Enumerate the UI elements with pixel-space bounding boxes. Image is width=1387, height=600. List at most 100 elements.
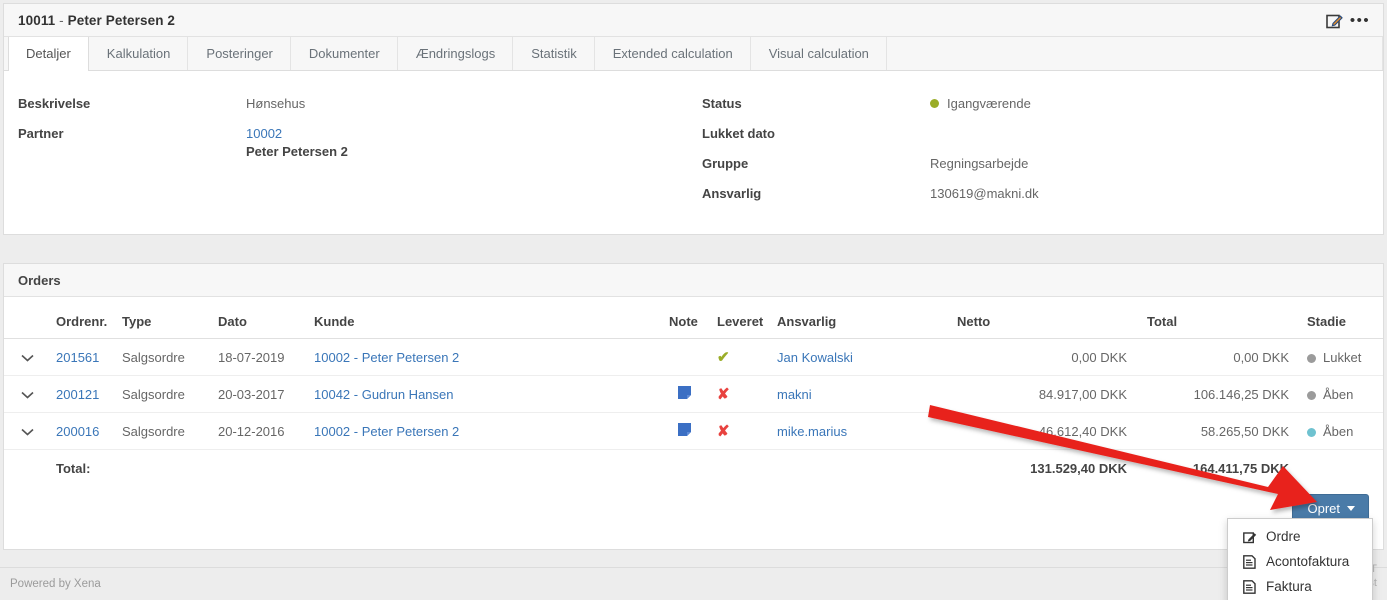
cell-ansvarlig[interactable]: Jan Kowalski	[771, 339, 951, 376]
kunde-link[interactable]: 10002 - Peter Petersen 2	[314, 350, 459, 365]
tab-dokumenter[interactable]: Dokumenter	[291, 37, 398, 70]
orders-action-bar: Opret	[4, 485, 1383, 549]
table-row[interactable]: 200121 Salgsordre 20-03-2017 10042 - Gud…	[4, 376, 1383, 413]
orders-card: Orders Ordrenr. Type Dato Kunde Note Lev…	[3, 263, 1384, 550]
col-note[interactable]: Note	[663, 311, 705, 339]
tab-kalkulation-label: Kalkulation	[107, 46, 171, 61]
cell-netto: 46.612,40 DKK	[951, 413, 1141, 450]
edit-pencil-icon[interactable]	[1321, 7, 1347, 33]
value-gruppe: Regningsarbejde	[930, 148, 1039, 178]
tab-kalkulation[interactable]: Kalkulation	[89, 37, 189, 70]
tab-aendringslogs[interactable]: Ændringslogs	[398, 37, 514, 70]
details-panel: Beskrivelse Partner Hønsehus 10002 Peter…	[4, 71, 1383, 234]
orders-table-head: Ordrenr. Type Dato Kunde Note Leveret An…	[4, 311, 1383, 339]
col-type[interactable]: Type	[116, 311, 212, 339]
app-root: 10011 - Peter Petersen 2 ••• Detaljer Ka…	[0, 0, 1387, 600]
col-kunde[interactable]: Kunde	[308, 311, 663, 339]
stadie-dot-icon	[1307, 391, 1316, 400]
ansvarlig-link[interactable]: Jan Kowalski	[777, 350, 853, 365]
value-lukket-dato	[930, 118, 1039, 148]
cell-ordrenr[interactable]: 200016	[50, 413, 116, 450]
tab-visual-calculation-label: Visual calculation	[769, 46, 869, 61]
record-card: 10011 - Peter Petersen 2 ••• Detaljer Ka…	[3, 3, 1384, 235]
stadie-text: Åben	[1323, 424, 1353, 439]
status-text: Igangværende	[947, 96, 1031, 111]
details-right-values: Igangværende Regningsarbejde 130619@makn…	[930, 88, 1039, 208]
label-lukket-dato: Lukket dato	[702, 118, 930, 148]
cell-total: 58.265,50 DKK	[1141, 413, 1301, 450]
ellipsis-icon[interactable]: •••	[1347, 7, 1373, 33]
opret-dropdown-menu: Ordre Acontofaktura	[1227, 518, 1373, 600]
dropdown-item-faktura[interactable]: Faktura	[1228, 574, 1372, 599]
orders-header-row: Ordrenr. Type Dato Kunde Note Leveret An…	[4, 311, 1383, 339]
ellipsis-glyph: •••	[1350, 13, 1370, 28]
table-row[interactable]: 200016 Salgsordre 20-12-2016 10002 - Pet…	[4, 413, 1383, 450]
ordrenr-link[interactable]: 200016	[56, 424, 99, 439]
status-dot-icon	[930, 99, 939, 108]
orders-table: Ordrenr. Type Dato Kunde Note Leveret An…	[4, 311, 1383, 485]
check-icon: ✔	[717, 349, 730, 366]
dropdown-item-faktura-label: Faktura	[1266, 579, 1312, 594]
ansvarlig-link[interactable]: makni	[777, 387, 812, 402]
page-title: 10011 - Peter Petersen 2	[18, 13, 175, 28]
tab-statistik[interactable]: Statistik	[513, 37, 595, 70]
note-icon[interactable]	[678, 386, 691, 402]
orders-section-title: Orders	[4, 264, 1383, 297]
ordrenr-link[interactable]: 201561	[56, 350, 99, 365]
stadie-dot-icon	[1307, 354, 1316, 363]
cell-ansvarlig[interactable]: makni	[771, 376, 951, 413]
cell-note[interactable]	[663, 413, 705, 450]
col-ordrenr[interactable]: Ordrenr.	[50, 311, 116, 339]
cell-leveret: ✔	[705, 339, 771, 376]
col-leveret[interactable]: Leveret	[705, 311, 771, 339]
cell-ansvarlig[interactable]: mike.marius	[771, 413, 951, 450]
stadie-text: Lukket	[1323, 350, 1361, 365]
cell-type: Salgsordre	[116, 413, 212, 450]
dropdown-item-ordre[interactable]: Ordre	[1228, 524, 1372, 549]
details-right-labels: Status Lukket dato Gruppe Ansvarlig	[702, 88, 930, 208]
cell-note[interactable]	[663, 376, 705, 413]
kunde-link[interactable]: 10042 - Gudrun Hansen	[314, 387, 453, 402]
ordrenr-link[interactable]: 200121	[56, 387, 99, 402]
tab-aendringslogs-label: Ændringslogs	[416, 46, 496, 61]
cell-leveret: ✘	[705, 376, 771, 413]
expand-row-toggle[interactable]	[4, 413, 50, 450]
cell-kunde[interactable]: 10002 - Peter Petersen 2	[308, 413, 663, 450]
tab-posteringer[interactable]: Posteringer	[188, 37, 290, 70]
stadie-dot-icon	[1307, 428, 1316, 437]
powered-by-label: Powered by Xena	[0, 578, 101, 590]
cross-icon: ✘	[717, 423, 730, 440]
tab-extended-calculation-label: Extended calculation	[613, 46, 733, 61]
expand-row-toggle[interactable]	[4, 376, 50, 413]
col-netto[interactable]: Netto	[951, 311, 1141, 339]
cell-dato: 18-07-2019	[212, 339, 308, 376]
ansvarlig-link[interactable]: mike.marius	[777, 424, 847, 439]
cell-netto: 0,00 DKK	[951, 339, 1141, 376]
col-dato[interactable]: Dato	[212, 311, 308, 339]
table-row[interactable]: 201561 Salgsordre 18-07-2019 10002 - Pet…	[4, 339, 1383, 376]
tab-visual-calculation[interactable]: Visual calculation	[751, 37, 887, 70]
document-icon	[1242, 555, 1257, 569]
col-total[interactable]: Total	[1141, 311, 1301, 339]
cell-ordrenr[interactable]: 200121	[50, 376, 116, 413]
col-ansvarlig[interactable]: Ansvarlig	[771, 311, 951, 339]
note-icon[interactable]	[678, 423, 691, 439]
window-titlebar: 10011 - Peter Petersen 2 •••	[4, 4, 1383, 37]
cell-kunde[interactable]: 10042 - Gudrun Hansen	[308, 376, 663, 413]
cell-kunde[interactable]: 10002 - Peter Petersen 2	[308, 339, 663, 376]
cell-dato: 20-12-2016	[212, 413, 308, 450]
total-total: 164.411,75 DKK	[1141, 450, 1301, 486]
tab-extended-calculation[interactable]: Extended calculation	[595, 37, 751, 70]
tab-bar-filler	[887, 37, 1383, 70]
tab-dokumenter-label: Dokumenter	[309, 46, 380, 61]
cell-ordrenr[interactable]: 201561	[50, 339, 116, 376]
total-netto: 131.529,40 DKK	[951, 450, 1141, 486]
col-expand	[4, 311, 50, 339]
total-spacer-stadie	[1301, 450, 1383, 486]
tab-detaljer[interactable]: Detaljer	[8, 37, 89, 71]
dropdown-item-acontofaktura[interactable]: Acontofaktura	[1228, 549, 1372, 574]
chevron-down-icon	[1347, 506, 1355, 511]
kunde-link[interactable]: 10002 - Peter Petersen 2	[314, 424, 459, 439]
col-stadie[interactable]: Stadie	[1301, 311, 1383, 339]
expand-row-toggle[interactable]	[4, 339, 50, 376]
